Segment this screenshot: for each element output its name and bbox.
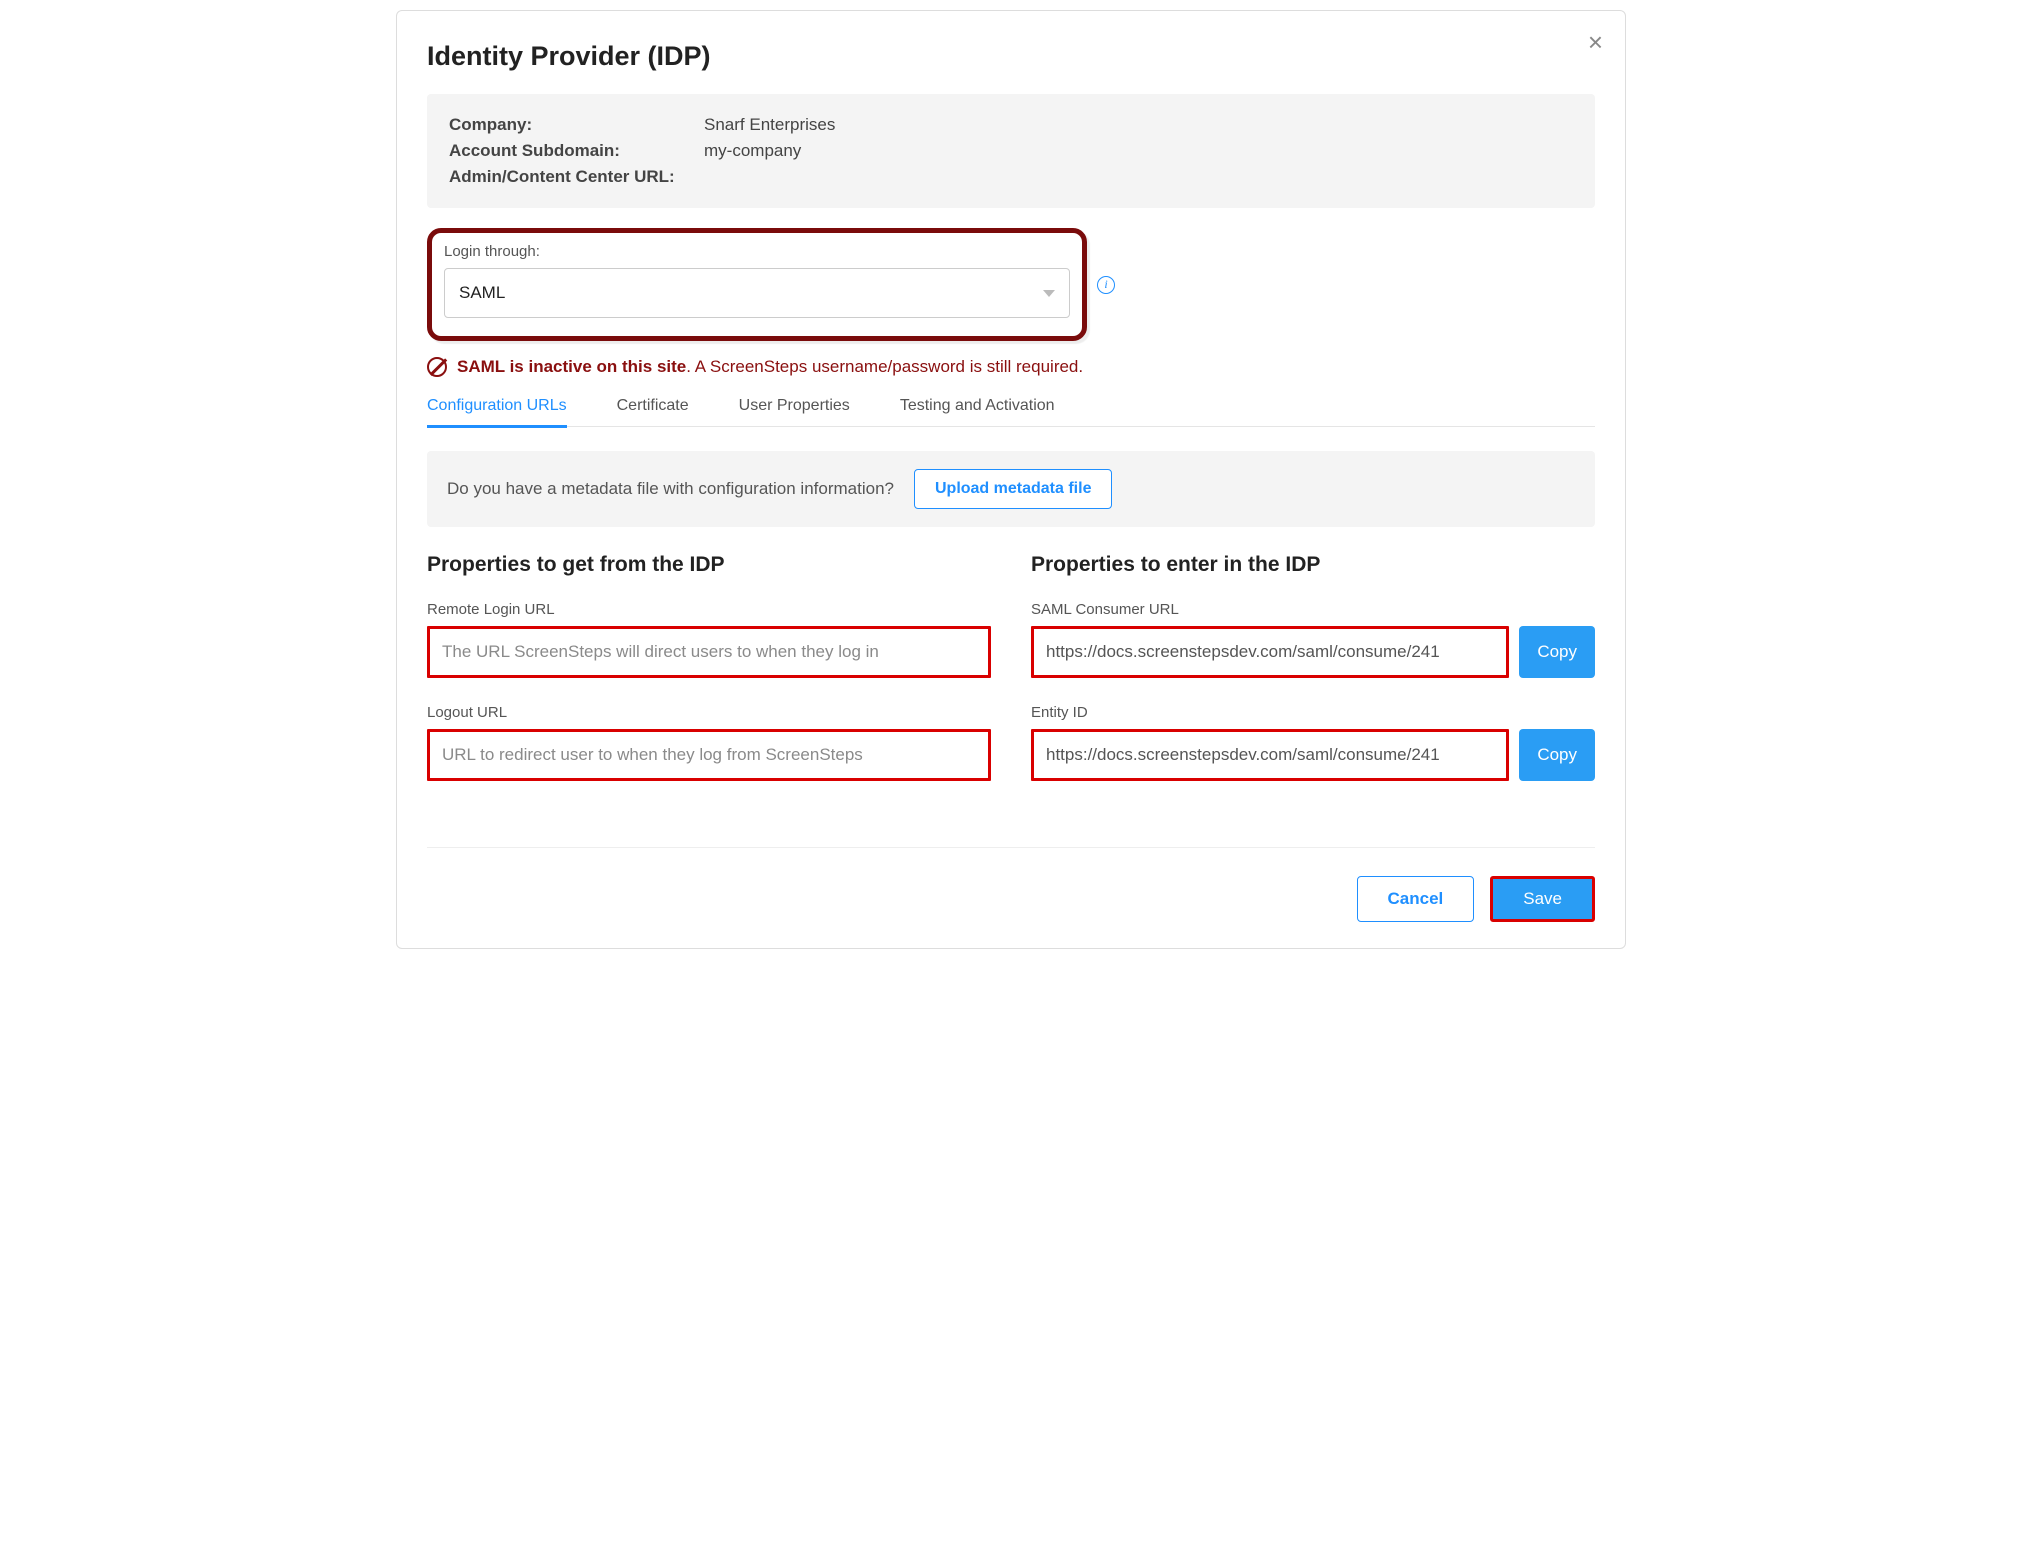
properties-to-enter-idp-column: Properties to enter in the IDP SAML Cons… [1031,553,1595,807]
warning-rest: . A ScreenSteps username/password is sti… [686,357,1083,376]
info-row-admin-url: Admin/Content Center URL: [449,164,1573,190]
entity-id-input[interactable]: https://docs.screenstepsdev.com/saml/con… [1031,729,1509,781]
copy-consumer-url-button[interactable]: Copy [1519,626,1595,678]
saml-consumer-url-label: SAML Consumer URL [1031,601,1595,618]
tab-certificate[interactable]: Certificate [617,397,689,428]
divider [427,847,1595,848]
company-label: Company: [449,115,704,135]
copy-entity-id-button[interactable]: Copy [1519,729,1595,781]
page-title: Identity Provider (IDP) [427,41,1595,72]
idp-modal: × Identity Provider (IDP) Company: Snarf… [396,10,1626,949]
subdomain-value: my-company [704,141,801,161]
login-through-label: Login through: [444,243,1070,260]
cancel-button[interactable]: Cancel [1357,876,1475,922]
info-row-company: Company: Snarf Enterprises [449,112,1573,138]
login-through-value: SAML [459,283,505,303]
upload-metadata-bar: Do you have a metadata file with configu… [427,451,1595,527]
properties-to-enter-idp-heading: Properties to enter in the IDP [1031,553,1595,577]
info-icon[interactable]: i [1097,276,1115,294]
info-row-subdomain: Account Subdomain: my-company [449,138,1573,164]
saml-consumer-url-input[interactable]: https://docs.screenstepsdev.com/saml/con… [1031,626,1509,678]
admin-url-label: Admin/Content Center URL: [449,167,704,187]
modal-footer: Cancel Save [427,876,1595,928]
company-value: Snarf Enterprises [704,115,835,135]
tabs: Configuration URLs Certificate User Prop… [427,397,1595,427]
saml-inactive-warning: SAML is inactive on this site. A ScreenS… [427,357,1595,377]
logout-url-input[interactable]: URL to redirect user to when they log fr… [427,729,991,781]
tab-configuration-urls[interactable]: Configuration URLs [427,397,567,428]
remote-login-url-input[interactable]: The URL ScreenSteps will direct users to… [427,626,991,678]
subdomain-label: Account Subdomain: [449,141,704,161]
prohibit-icon [427,357,447,377]
upload-metadata-text: Do you have a metadata file with configu… [447,479,894,499]
properties-from-idp-heading: Properties to get from the IDP [427,553,991,577]
chevron-down-icon [1043,290,1055,297]
properties-from-idp-column: Properties to get from the IDP Remote Lo… [427,553,991,807]
save-button[interactable]: Save [1490,876,1595,922]
tab-user-properties[interactable]: User Properties [739,397,850,428]
warning-bold: SAML is inactive on this site [457,357,686,376]
account-info-box: Company: Snarf Enterprises Account Subdo… [427,94,1595,208]
remote-login-url-label: Remote Login URL [427,601,991,618]
entity-id-label: Entity ID [1031,704,1595,721]
tab-testing-activation[interactable]: Testing and Activation [900,397,1055,428]
close-icon[interactable]: × [1588,29,1603,55]
upload-metadata-button[interactable]: Upload metadata file [914,469,1112,509]
login-through-select[interactable]: SAML [444,268,1070,318]
login-through-section: Login through: SAML [427,228,1087,341]
logout-url-label: Logout URL [427,704,991,721]
